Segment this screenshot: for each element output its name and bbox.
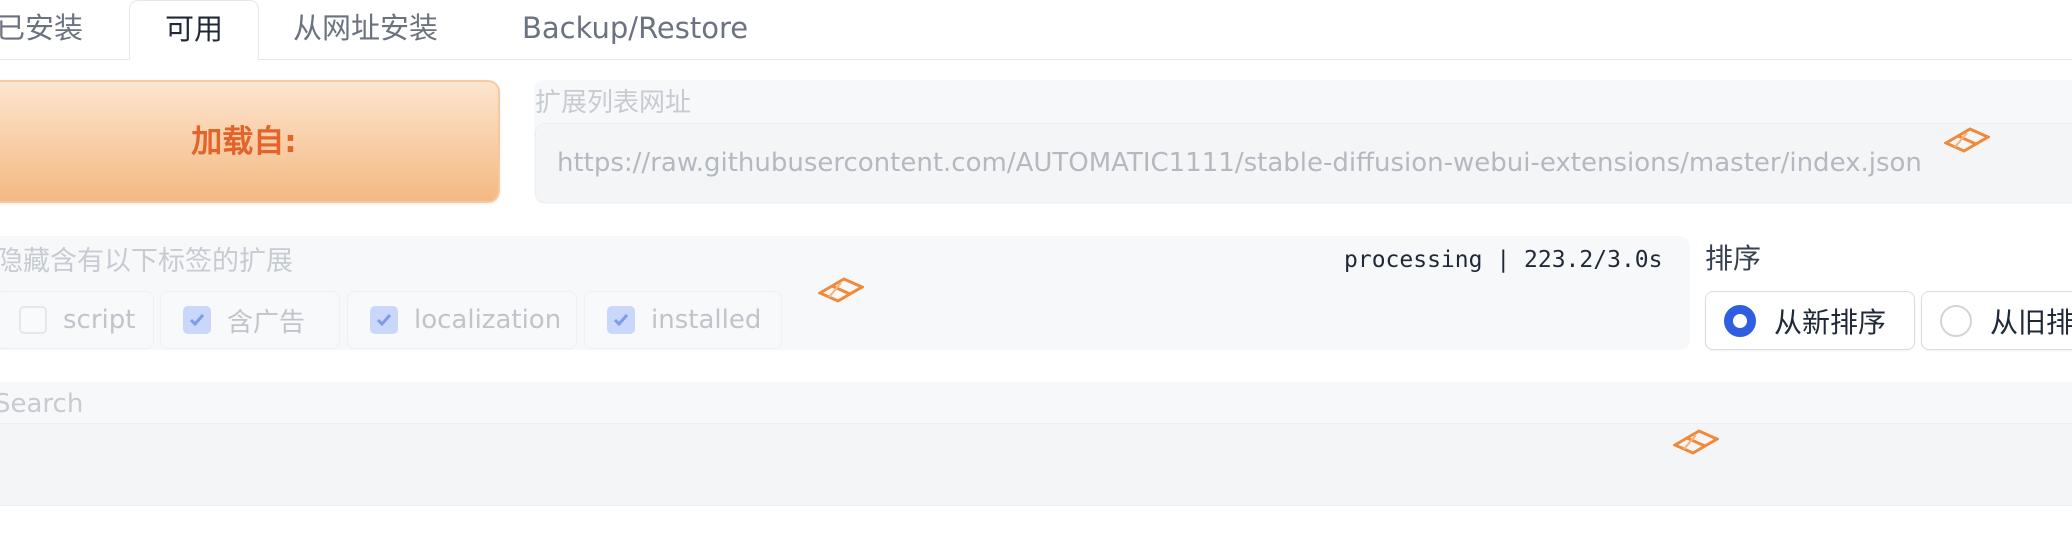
processing-status: processing | 223.2/3.0s <box>1344 247 1663 273</box>
loading-spinner-icon <box>1673 429 1719 455</box>
check-icon <box>613 314 629 327</box>
tab-bar: 已安装 可用 从网址安装 Backup/Restore <box>0 0 2072 60</box>
loading-spinner-icon <box>818 277 864 303</box>
sort-option-label: 从新排序 <box>1774 305 1887 339</box>
loading-spinner-icon <box>1944 127 1990 153</box>
radio-selected[interactable] <box>1724 304 1756 337</box>
extension-list-url-input[interactable]: https://raw.githubusercontent.com/AUTOMA… <box>535 123 2072 203</box>
tag-checkbox-installed[interactable]: installed <box>584 291 782 349</box>
tab-available[interactable]: 可用 <box>129 0 259 60</box>
extension-list-url-label: 扩展列表网址 <box>535 88 692 118</box>
tab-install-from-url[interactable]: 从网址安装 <box>293 0 438 59</box>
search-input[interactable] <box>0 423 2072 506</box>
tab-backup-restore[interactable]: Backup/Restore <box>522 0 748 59</box>
checkbox-checked[interactable] <box>370 306 398 334</box>
sort-option-label: 从旧排序 <box>1990 305 2072 339</box>
check-icon <box>189 314 205 327</box>
sort-option-oldest[interactable]: 从旧排序 <box>1921 291 2072 350</box>
search-label: Search <box>0 389 84 419</box>
tag-label: installed <box>651 305 762 335</box>
tag-checkbox-ads[interactable]: 含广告 <box>160 291 340 349</box>
checkbox-checked[interactable] <box>607 306 635 334</box>
checkbox-checked[interactable] <box>183 306 211 334</box>
check-icon <box>376 314 392 327</box>
tag-checkbox-localization[interactable]: localization <box>347 291 577 349</box>
sort-label: 排序 <box>1705 242 1762 275</box>
checkbox-unchecked[interactable] <box>19 306 47 334</box>
radio-unselected[interactable] <box>1940 304 1972 337</box>
tag-label: localization <box>414 305 562 335</box>
sort-option-newest[interactable]: 从新排序 <box>1705 291 1915 350</box>
tag-label: script <box>63 305 136 335</box>
hide-tags-label: 隐藏含有以下标签的扩展 <box>0 246 293 277</box>
tag-checkbox-script[interactable]: script <box>0 291 154 349</box>
load-from-button[interactable]: 加载自: <box>0 80 500 203</box>
tab-installed[interactable]: 已安装 <box>0 0 83 59</box>
tag-label: 含广告 <box>227 307 306 338</box>
